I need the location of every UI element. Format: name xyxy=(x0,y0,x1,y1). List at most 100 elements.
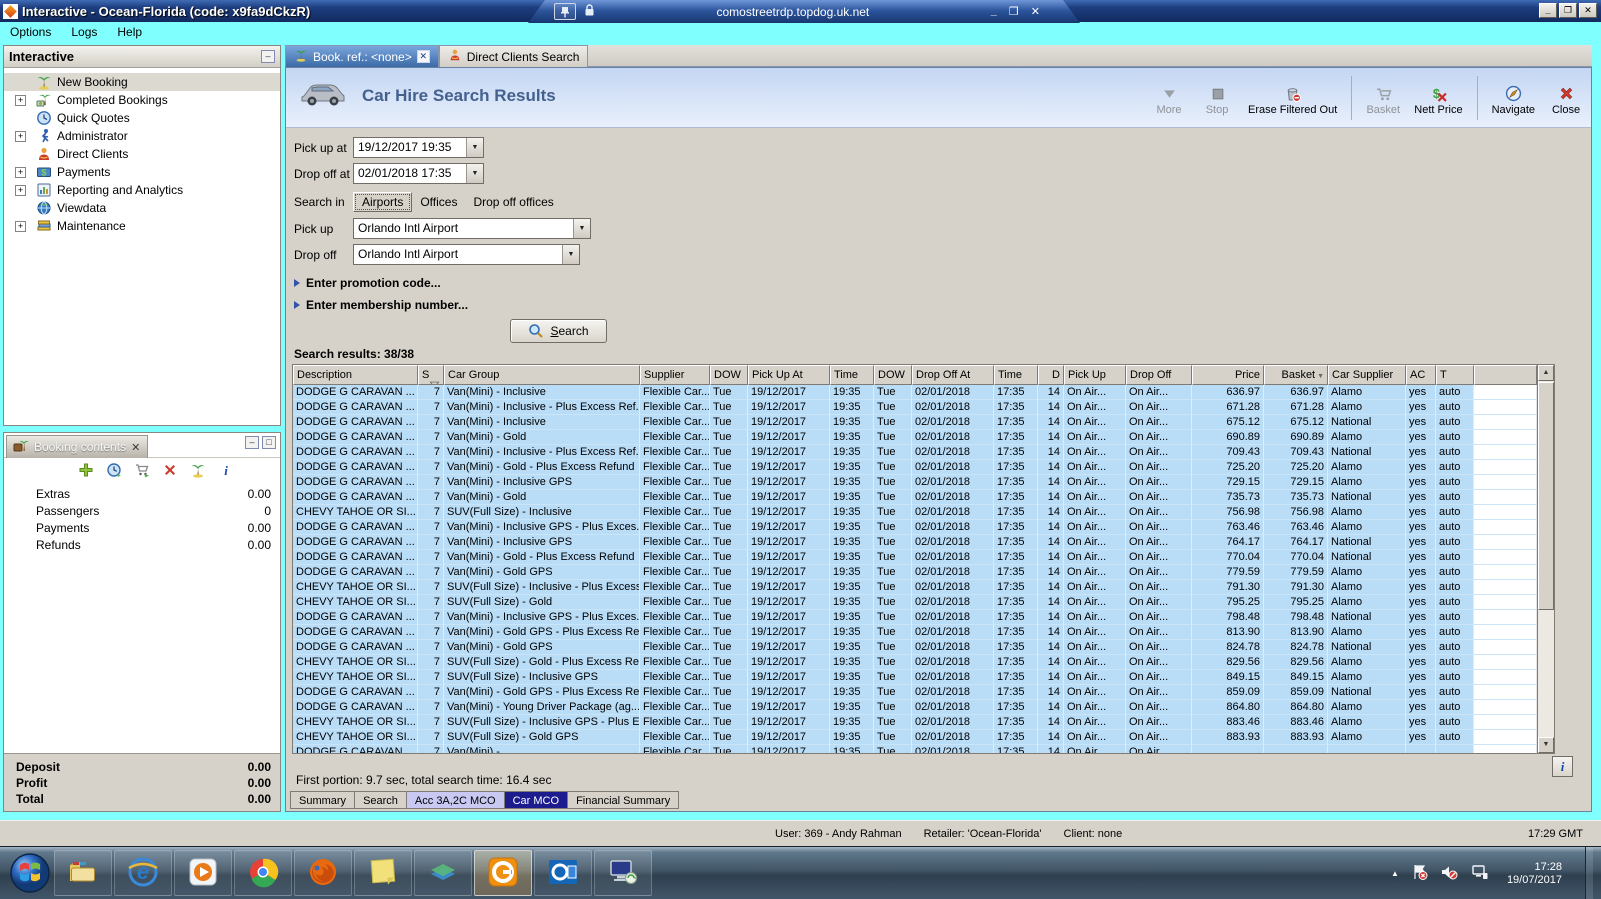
table-row[interactable]: DODGE G CARAVAN ... 7 Van(Mini) - Gold - P… xyxy=(293,460,1537,475)
action-center-flag-icon[interactable] xyxy=(1412,864,1428,883)
add-icon[interactable] xyxy=(78,462,94,481)
taskbar-layers-app-button[interactable] xyxy=(414,850,472,896)
table-row[interactable]: DODGE G CARAVAN ... 7 Van(Mini) - Gold - P… xyxy=(293,550,1537,565)
vertical-scrollbar[interactable]: ▲ ▼ xyxy=(1537,365,1554,753)
search-in-option-airports[interactable]: Airports xyxy=(353,192,413,212)
sidebar-item-maintenance[interactable]: + Maintenance xyxy=(4,217,280,235)
search-in-option-drop-off-offices[interactable]: Drop off offices xyxy=(465,193,561,211)
table-row[interactable]: CHEVY TAHOE OR SI... 7 SUV(Full Size) - In… xyxy=(293,715,1537,730)
rdp-close-button[interactable]: ✕ xyxy=(1031,5,1040,18)
column-header-car-supplier[interactable]: Car Supplier xyxy=(1328,365,1406,385)
booking-row-passengers[interactable]: Passengers 0 xyxy=(4,502,280,519)
pin-icon[interactable] xyxy=(554,3,576,20)
window-minimize-button[interactable]: _ xyxy=(1539,3,1557,18)
booking-row-payments[interactable]: Payments 0.00 xyxy=(4,519,280,536)
taskbar-chrome-button[interactable] xyxy=(234,850,292,896)
navigate-button[interactable]: Navigate xyxy=(1492,80,1535,116)
bottom-tab-acc-3a-2c-mco[interactable]: Acc 3A,2C MCO xyxy=(406,791,505,809)
table-row[interactable]: DODGE G CARAVAN ... 7 Van(Mini) - Inclusiv… xyxy=(293,415,1537,430)
scroll-up-icon[interactable]: ▲ xyxy=(1538,365,1554,381)
erase-filtered-out-button[interactable]: Erase Filtered Out xyxy=(1248,80,1337,116)
search-in-option-offices[interactable]: Offices xyxy=(412,193,465,211)
panel-maximize-button[interactable]: □ xyxy=(262,436,276,449)
column-header-s[interactable]: S xyxy=(418,365,444,385)
taskbar-explorer-button[interactable] xyxy=(54,850,112,896)
sidebar-item-direct-clients[interactable]: Direct Clients xyxy=(4,145,280,163)
tray-clock[interactable]: 17:28 19/07/2017 xyxy=(1507,861,1562,887)
table-row-partial[interactable]: DODGE G CARAVAN ... 7 Van(Mini) - ... Flexi… xyxy=(293,745,1537,753)
column-header-pick-up-at[interactable]: Pick Up At xyxy=(748,365,830,385)
table-row[interactable]: DODGE G CARAVAN ... 7 Van(Mini) - Inclusiv… xyxy=(293,610,1537,625)
table-row[interactable]: DODGE G CARAVAN ... 7 Van(Mini) - Inclusiv… xyxy=(293,475,1537,490)
volume-muted-icon[interactable] xyxy=(1441,864,1458,883)
column-header-description[interactable]: Description xyxy=(293,365,418,385)
pickup-office-combobox[interactable]: Orlando Intl Airport ▼ xyxy=(353,218,591,239)
dropoff-at-combobox[interactable]: 02/01/2018 17:35 ▼ xyxy=(353,163,484,184)
search-button[interactable]: Search xyxy=(510,319,607,343)
close-panel-tab-icon[interactable]: ✕ xyxy=(131,441,140,454)
table-row[interactable]: CHEVY TAHOE OR SI... 7 SUV(Full Size) - Go… xyxy=(293,655,1537,670)
table-row[interactable]: DODGE G CARAVAN ... 7 Van(Mini) - Gold GPS… xyxy=(293,640,1537,655)
column-header-time[interactable]: Time xyxy=(994,365,1038,385)
table-row[interactable]: DODGE G CARAVAN ... 7 Van(Mini) - Inclusiv… xyxy=(293,385,1537,400)
column-header-basket[interactable]: Basket ▼ xyxy=(1264,365,1328,385)
table-row[interactable]: DODGE G CARAVAN ... 7 Van(Mini) - Inclusiv… xyxy=(293,520,1537,535)
tab-direct-clients-search[interactable]: Direct Clients Search xyxy=(438,45,589,67)
expand-icon[interactable]: + xyxy=(15,184,26,196)
table-row[interactable]: DODGE G CARAVAN ... 7 Van(Mini) - Inclusiv… xyxy=(293,445,1537,460)
sidebar-item-administrator[interactable]: + Administrator xyxy=(4,127,280,145)
table-row[interactable]: CHEVY TAHOE OR SI... 7 SUV(Full Size) - Go… xyxy=(293,595,1537,610)
sidebar-item-new-booking[interactable]: New Booking xyxy=(4,73,280,91)
taskbar-media-player-button[interactable] xyxy=(174,850,232,896)
expand-icon[interactable]: + xyxy=(15,94,26,106)
taskbar-sticky-notes-button[interactable] xyxy=(354,850,412,896)
table-row[interactable]: CHEVY TAHOE OR SI... 7 SUV(Full Size) - In… xyxy=(293,670,1537,685)
taskbar-firefox-button[interactable] xyxy=(294,850,352,896)
delete-icon[interactable] xyxy=(162,462,178,481)
bottom-tab-search[interactable]: Search xyxy=(355,791,407,809)
bottom-tab-financial-summary[interactable]: Financial Summary xyxy=(568,791,680,809)
taskbar-g-app-button[interactable] xyxy=(474,850,532,896)
show-desktop-button[interactable] xyxy=(1585,847,1593,899)
network-icon[interactable] xyxy=(1471,864,1488,883)
table-row[interactable]: DODGE G CARAVAN ... 7 Van(Mini) - Gold GPS… xyxy=(293,685,1537,700)
column-header-drop-off-at[interactable]: Drop Off At xyxy=(912,365,994,385)
column-header-ac[interactable]: AC xyxy=(1406,365,1436,385)
table-row[interactable]: DODGE G CARAVAN ... 7 Van(Mini) - Inclusiv… xyxy=(293,400,1537,415)
close-button[interactable]: Close xyxy=(1549,80,1583,116)
dropoff-office-combobox[interactable]: Orlando Intl Airport ▼ xyxy=(353,244,580,265)
taskbar-ie-button[interactable]: e xyxy=(114,850,172,896)
column-header-dow[interactable]: DOW xyxy=(874,365,912,385)
info-icon[interactable]: i xyxy=(218,462,234,481)
tray-expand-icon[interactable]: ▲ xyxy=(1391,869,1399,878)
menu-options[interactable]: Options xyxy=(10,25,51,39)
panel-minimize-button[interactable]: – xyxy=(245,436,259,449)
table-row[interactable]: DODGE G CARAVAN ... 7 Van(Mini) - Gold Flex… xyxy=(293,490,1537,505)
menu-logs[interactable]: Logs xyxy=(71,25,97,39)
column-header-t[interactable]: T xyxy=(1436,365,1474,385)
palm-tree-icon[interactable] xyxy=(190,462,206,481)
window-restore-button[interactable]: ❐ xyxy=(1559,3,1577,18)
column-header-d[interactable]: D xyxy=(1038,365,1064,385)
collapse-panel-button[interactable]: – xyxy=(261,50,275,63)
column-header-dow[interactable]: DOW xyxy=(710,365,748,385)
rdp-restore-button[interactable]: ❐ xyxy=(1009,5,1019,18)
sidebar-item-payments[interactable]: + $ Payments xyxy=(4,163,280,181)
booking-contents-tab[interactable]: Booking contents ✕ xyxy=(6,435,148,458)
table-row[interactable]: CHEVY TAHOE OR SI... 7 SUV(Full Size) - In… xyxy=(293,580,1537,595)
sidebar-item-quick-quotes[interactable]: Quick Quotes xyxy=(4,109,280,127)
sidebar-item-viewdata[interactable]: Viewdata xyxy=(4,199,280,217)
column-header-time[interactable]: Time xyxy=(830,365,874,385)
column-header-supplier[interactable]: Supplier xyxy=(640,365,710,385)
pickup-at-combobox[interactable]: 19/12/2017 19:35 ▼ xyxy=(353,137,484,158)
tab-close-icon[interactable]: ✕ xyxy=(416,50,430,63)
expand-icon[interactable]: + xyxy=(15,220,26,232)
column-header-car-group[interactable]: Car Group xyxy=(444,365,640,385)
tab-booking-ref[interactable]: Book. ref.: <none> ✕ xyxy=(285,45,439,67)
booking-row-extras[interactable]: Extras 0.00 xyxy=(4,485,280,502)
info-button[interactable]: i xyxy=(1552,756,1573,777)
sidebar-item-completed-bookings[interactable]: + Completed Bookings xyxy=(4,91,280,109)
bottom-tab-car-mco[interactable]: Car MCO xyxy=(504,791,569,809)
quick-quote-icon[interactable] xyxy=(106,462,122,481)
window-close-button[interactable]: ✕ xyxy=(1579,3,1597,18)
